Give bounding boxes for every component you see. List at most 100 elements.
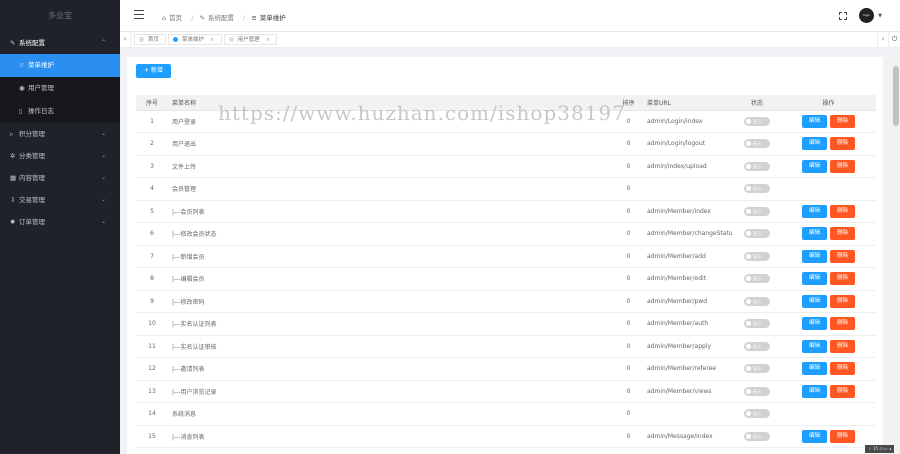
chevron-down-icon: ⌄ [100, 130, 106, 137]
sidebar-subitem[interactable]: ≡ 菜单维护 [0, 54, 120, 77]
delete-button[interactable]: 删除 [830, 227, 856, 241]
tab-scroll-right-icon[interactable]: › [877, 32, 888, 47]
toggle-text: 显示 [753, 298, 761, 304]
cell-url: admin/Member/apply [643, 335, 733, 358]
close-icon[interactable]: × [210, 37, 215, 43]
delete-button[interactable]: 删除 [830, 317, 856, 331]
avatar[interactable]: logo [858, 8, 874, 23]
cell-status: 显示 [733, 357, 781, 381]
cell-name: |---用户浏览记录 [168, 380, 614, 403]
delete-button[interactable]: 删除 [830, 339, 856, 353]
page-scrollbar[interactable] [892, 48, 900, 454]
edit-button[interactable]: 编辑 [801, 339, 827, 353]
delete-button[interactable]: 删除 [830, 294, 856, 308]
edit-button[interactable]: 编辑 [801, 384, 827, 398]
delete-button[interactable]: 删除 [830, 137, 856, 151]
cell-url: admin/Member/referee [643, 357, 733, 381]
edit-button[interactable]: 编辑 [801, 227, 827, 241]
edit-button[interactable]: 编辑 [801, 159, 827, 173]
delete-button[interactable]: 删除 [830, 204, 856, 218]
status-toggle[interactable]: 显示 [744, 409, 770, 419]
app: 多业宝 ✎ 系统配置 ⌃ ≡ 菜单维护 ◉ 用户管理 ▯ 操作日志 ▹ 积分管理 ⌄ ✲ 分类管理 ⌄ ▦ 内容… [0, 0, 900, 454]
edit-button[interactable]: 编辑 [801, 204, 827, 218]
cell-actions [781, 177, 876, 201]
status-toggle[interactable]: 显示 [744, 229, 770, 239]
doc-icon: ▯ [19, 107, 23, 115]
edit-button[interactable]: 编辑 [801, 137, 827, 151]
status-toggle[interactable]: 显示 [744, 386, 770, 396]
edit-button[interactable]: 编辑 [801, 429, 827, 443]
toggle-text: 显示 [753, 118, 761, 124]
cell-actions: 编辑 删除 [781, 290, 876, 313]
delete-button[interactable]: 删除 [830, 362, 856, 376]
table-row: 7 |---新增会员 0 admin/Member/add 显示 编辑 删除 [136, 245, 876, 268]
cell-sort: 0 [614, 290, 643, 313]
sidebar-item-group[interactable]: ✹ 订单管理 ⌄ [0, 211, 120, 233]
edit-button[interactable]: 编辑 [801, 272, 827, 286]
sidebar-item-label: 分类管理 [19, 152, 45, 160]
scrollbar-thumb[interactable] [893, 66, 899, 126]
add-button[interactable]: + 新增 [136, 64, 171, 78]
status-toggle[interactable]: 显示 [744, 116, 770, 126]
power-icon[interactable]: ⏻ [888, 32, 900, 47]
edit-button[interactable]: 编辑 [801, 114, 827, 128]
toggle-knob [746, 163, 751, 169]
edit-button[interactable]: 编辑 [801, 294, 827, 308]
toggle-text: 显示 [753, 366, 761, 372]
status-toggle[interactable]: 显示 [744, 296, 770, 306]
tab-scroll-left-icon[interactable]: ‹ [120, 32, 131, 47]
delete-button[interactable]: 删除 [830, 272, 856, 286]
tab-item[interactable]: 用户管理 × [223, 34, 278, 45]
cell-sort: 0 [614, 155, 643, 178]
status-toggle[interactable]: 显示 [744, 184, 770, 194]
chevron-down-icon[interactable]: ▼ [878, 13, 882, 19]
status-toggle[interactable]: 显示 [744, 319, 770, 329]
sidebar-subitem[interactable]: ◉ 用户管理 [0, 77, 120, 100]
delete-button[interactable]: 删除 [830, 249, 856, 263]
edit-button[interactable]: 编辑 [801, 249, 827, 263]
sidebar-item-label: 订单管理 [19, 218, 45, 226]
delete-button[interactable]: 删除 [830, 384, 856, 398]
toggle-knob [746, 298, 751, 304]
cell-url: admin/Member/pwd [643, 290, 733, 313]
sidebar-subitem-label: 菜单维护 [28, 61, 54, 69]
delete-button[interactable]: 删除 [830, 114, 856, 128]
cell-status: 显示 [733, 155, 781, 178]
status-toggle[interactable]: 显示 [744, 274, 770, 284]
sidebar-item-group[interactable]: ✎ 系统配置 ⌃ [0, 32, 120, 54]
toggle-knob [746, 411, 751, 417]
close-icon[interactable]: × [266, 37, 271, 43]
sidebar-item-group[interactable]: ⇩ 交易管理 ⌄ [0, 189, 120, 211]
delete-button[interactable]: 删除 [830, 159, 856, 173]
sidebar-subitem[interactable]: ▯ 操作日志 [0, 100, 120, 123]
tab-item[interactable]: 首页 [134, 34, 167, 45]
edit-button[interactable]: 编辑 [801, 362, 827, 376]
cell-id: 10 [136, 312, 168, 336]
breadcrumb-section[interactable]: 系统配置 [208, 14, 234, 22]
sidebar-subitem-label: 用户管理 [28, 84, 54, 92]
cell-actions: 编辑 删除 [781, 335, 876, 358]
sidebar-item-group[interactable]: ▹ 积分管理 ⌄ [0, 123, 120, 145]
breadcrumb-home[interactable]: 首页 [169, 14, 182, 22]
tab-item[interactable]: 菜单维护 × [168, 34, 222, 45]
edit-button[interactable]: 编辑 [801, 317, 827, 331]
sidebar-item-group[interactable]: ✲ 分类管理 ⌄ [0, 145, 120, 167]
status-toggle[interactable]: 显示 [744, 251, 770, 261]
header: ⌂ 首页 / ✎ 系统配置 / ≡ 菜单维护 logo ▼ [120, 0, 900, 32]
cell-id: 2 [136, 132, 168, 156]
delete-button[interactable]: 删除 [830, 429, 856, 443]
cell-actions: 编辑 删除 [781, 380, 876, 403]
cell-sort: 0 [614, 177, 643, 201]
menu-toggle-icon[interactable] [134, 10, 144, 20]
status-toggle[interactable]: 显示 [744, 431, 770, 441]
status-toggle[interactable]: 显示 [744, 139, 770, 149]
fullscreen-icon[interactable] [838, 11, 847, 20]
sidebar-item-group[interactable]: ▦ 内容管理 ⌄ [0, 167, 120, 189]
status-toggle[interactable]: 显示 [744, 341, 770, 351]
cell-id: 15 [136, 425, 168, 448]
table-header-row: 序号 菜单名称 排序 菜单URL 状态 操作 [136, 95, 876, 111]
status-toggle[interactable]: 显示 [744, 364, 770, 374]
status-toggle[interactable]: 显示 [744, 161, 770, 171]
status-toggle[interactable]: 显示 [744, 206, 770, 216]
toggle-text: 显示 [753, 141, 761, 147]
